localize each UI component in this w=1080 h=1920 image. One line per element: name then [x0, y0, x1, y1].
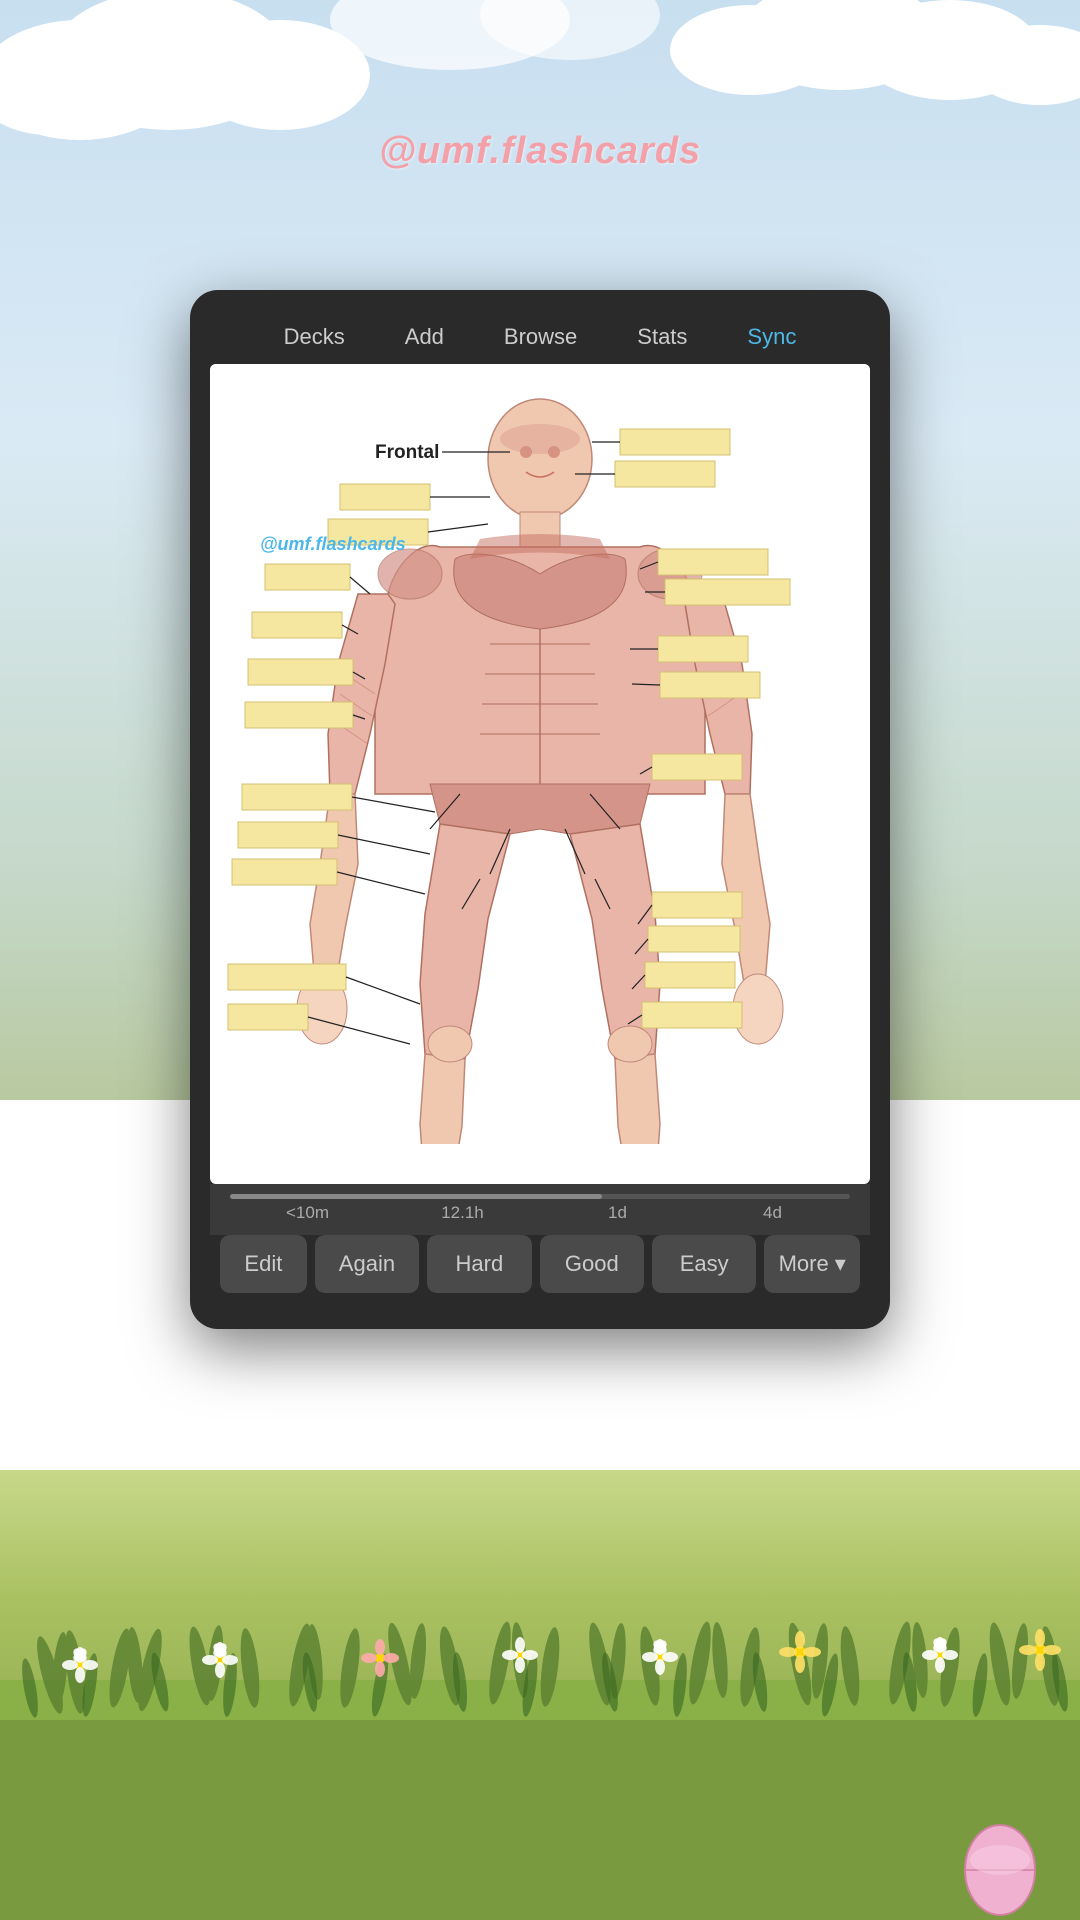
edit-button[interactable]: Edit — [220, 1235, 307, 1293]
nav-sync[interactable]: Sync — [747, 324, 796, 350]
grass-decoration — [0, 1520, 1080, 1920]
tablet-device: Decks Add Browse Stats Sync @umf.flashca… — [190, 290, 890, 1329]
nav-decks[interactable]: Decks — [284, 324, 345, 350]
nav-browse[interactable]: Browse — [504, 324, 577, 350]
grass-svg — [0, 1520, 1080, 1920]
hard-button[interactable]: Hard — [427, 1235, 531, 1293]
time-label-2: 1d — [540, 1203, 695, 1223]
time-label-3: 4d — [695, 1203, 850, 1223]
flashcard-area: @umf.flashcards Frontal — [210, 364, 870, 1184]
easy-button[interactable]: Easy — [652, 1235, 756, 1293]
action-buttons-row: Edit Again Hard Good Easy More ▾ — [210, 1235, 870, 1305]
good-button[interactable]: Good — [540, 1235, 644, 1293]
anatomy-svg — [210, 364, 870, 1144]
time-label-1: 12.1h — [385, 1203, 540, 1223]
image-credit: @umf.flashcards — [260, 534, 406, 555]
time-labels-row: <10m 12.1h 1d 4d — [230, 1199, 850, 1231]
nav-add[interactable]: Add — [405, 324, 444, 350]
time-label-0: <10m — [230, 1203, 385, 1223]
again-button[interactable]: Again — [315, 1235, 419, 1293]
progress-area: <10m 12.1h 1d 4d — [210, 1184, 870, 1235]
nav-stats[interactable]: Stats — [637, 324, 687, 350]
anatomy-diagram: @umf.flashcards Frontal — [210, 364, 870, 1144]
app-watermark: @umf.flashcards — [379, 130, 701, 173]
nav-bar: Decks Add Browse Stats Sync — [210, 310, 870, 364]
more-button[interactable]: More ▾ — [764, 1235, 860, 1293]
